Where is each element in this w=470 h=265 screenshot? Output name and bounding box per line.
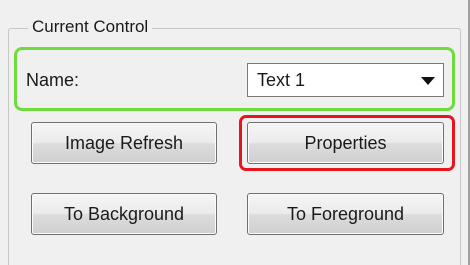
name-dropdown[interactable]: Text 1 <box>247 63 444 97</box>
groupbox-title: Current Control <box>28 17 153 37</box>
name-label: Name: <box>26 70 80 90</box>
to-foreground-button[interactable]: To Foreground <box>247 193 444 235</box>
control-panel: Current Control Name: Text 1 Image Refre… <box>0 0 470 265</box>
properties-button[interactable]: Properties <box>247 122 444 164</box>
name-dropdown-value: Text 1 <box>257 70 306 90</box>
screenshot: Current Control Name: Text 1 Image Refre… <box>0 0 470 265</box>
to-background-button[interactable]: To Background <box>31 193 217 235</box>
chevron-down-icon[interactable] <box>421 77 435 85</box>
image-refresh-button[interactable]: Image Refresh <box>31 122 217 164</box>
